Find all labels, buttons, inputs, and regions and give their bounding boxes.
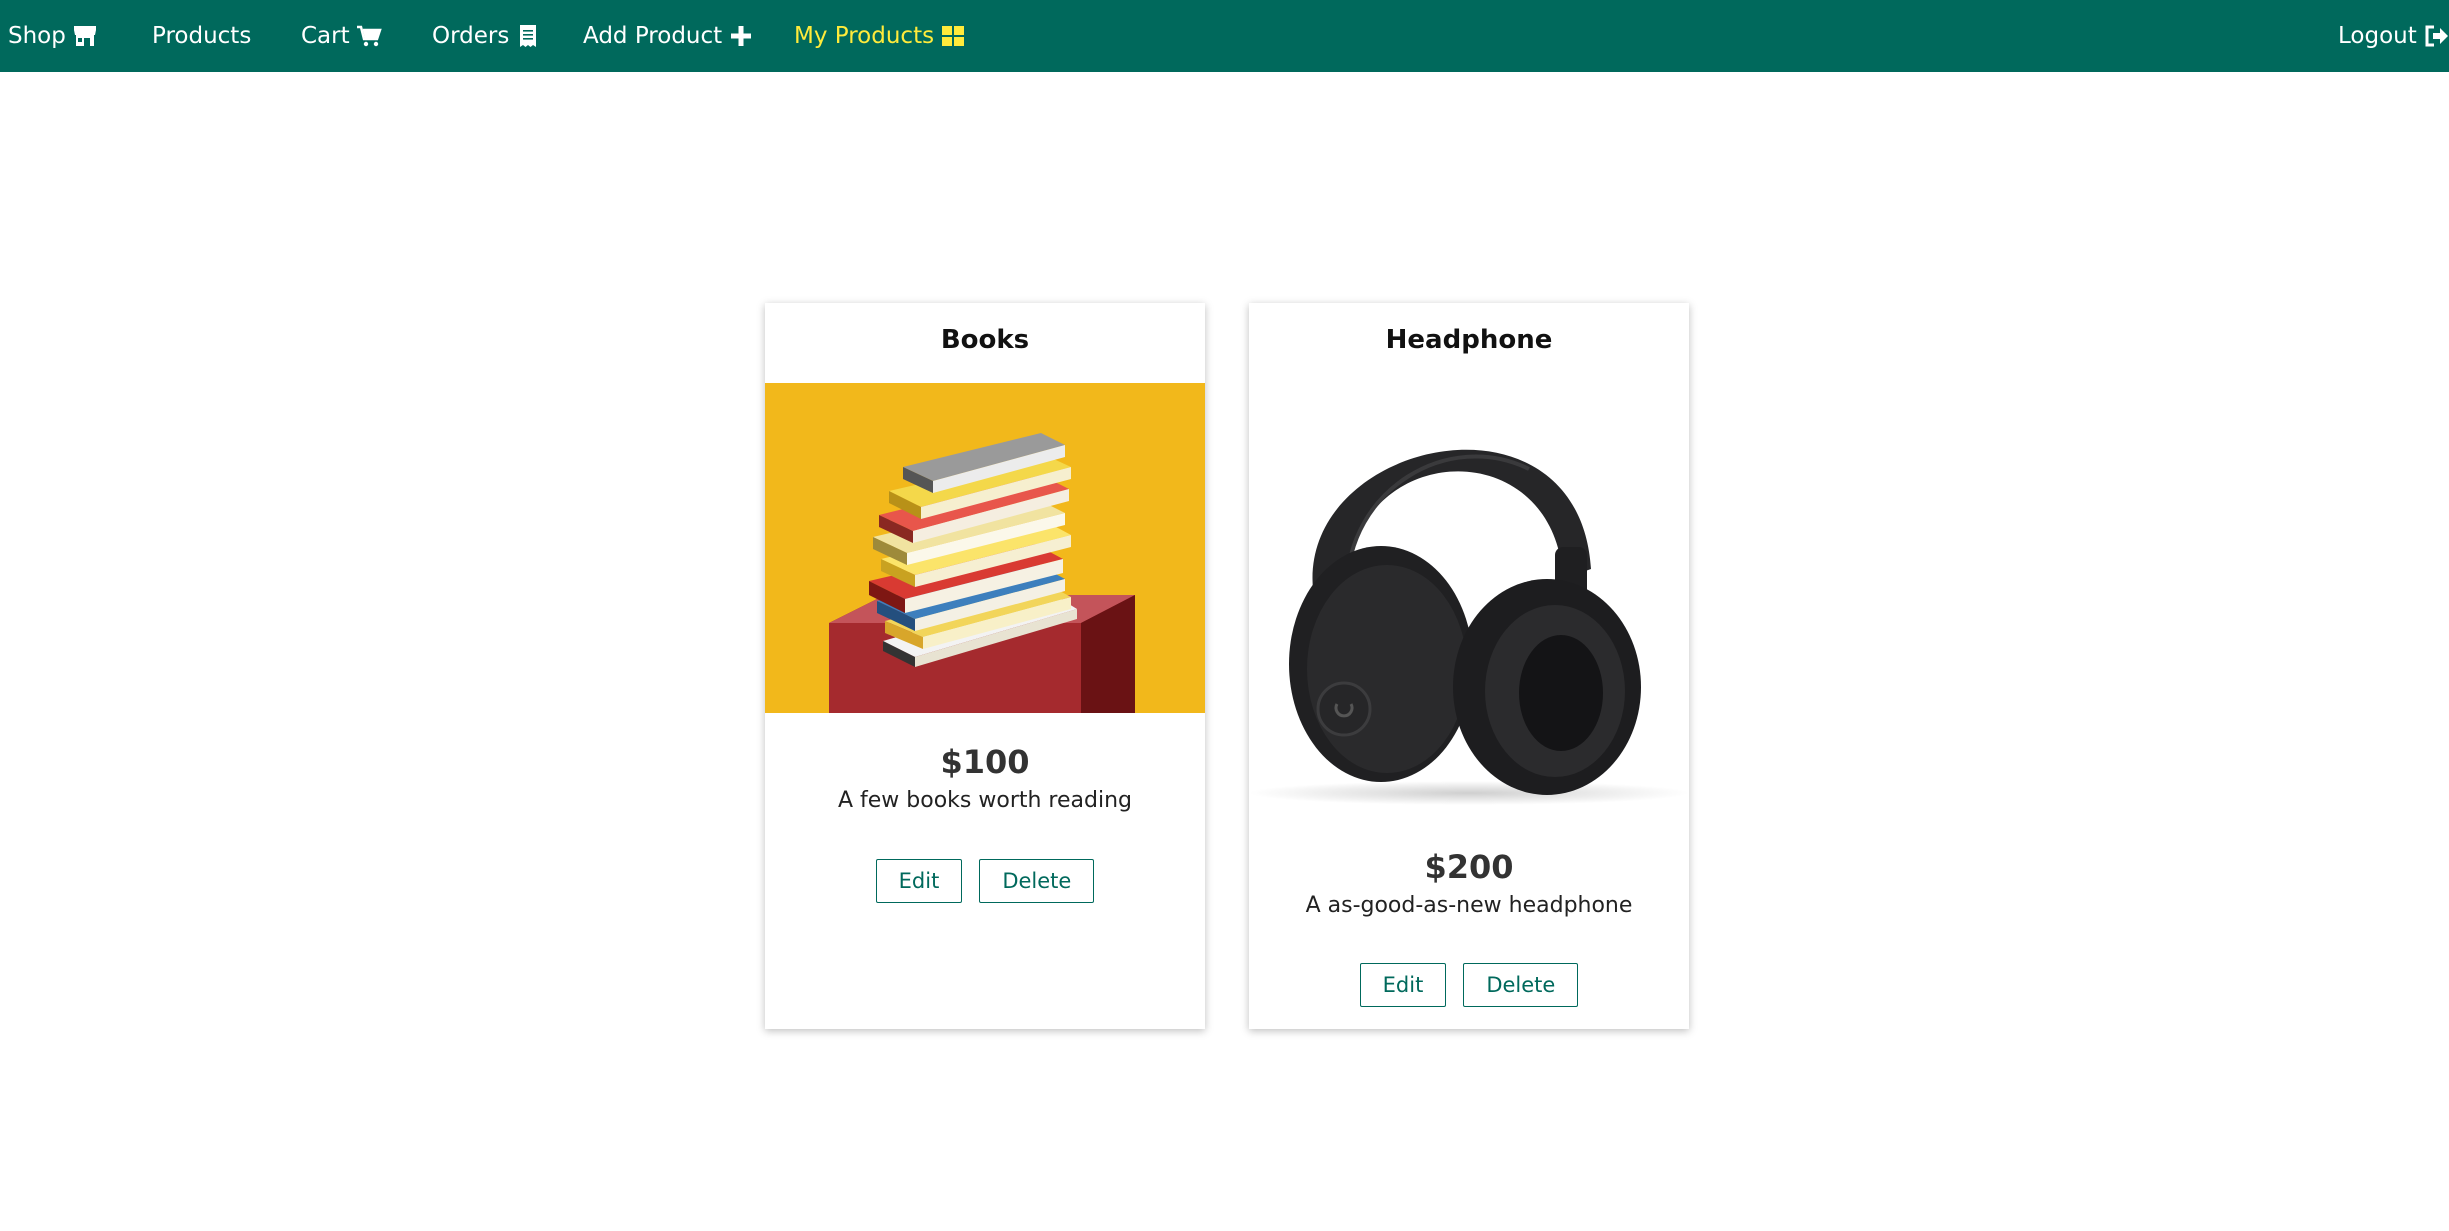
edit-button[interactable]: Edit	[1359, 963, 1447, 1007]
nav-products[interactable]: Products	[152, 0, 251, 72]
delete-button[interactable]: Delete	[1463, 963, 1579, 1007]
plus-icon	[728, 23, 754, 49]
books-stack-image	[765, 383, 1205, 713]
product-price: $200	[1424, 848, 1514, 886]
nav-shop-label: Shop	[8, 23, 66, 49]
product-description: A few books worth reading	[837, 788, 1132, 813]
nav-logout-label: Logout	[2338, 23, 2417, 49]
nav-my-products[interactable]: My Products	[794, 0, 966, 72]
top-navbar: Shop Products Cart Orders Add Product My…	[0, 0, 2449, 72]
nav-orders[interactable]: Orders	[432, 0, 541, 72]
product-title: Books	[940, 325, 1030, 355]
nav-add-product[interactable]: Add Product	[583, 0, 754, 72]
nav-my-products-label: My Products	[794, 23, 935, 49]
edit-button[interactable]: Edit	[875, 859, 963, 903]
store-icon	[72, 23, 98, 49]
cart-icon	[356, 23, 382, 49]
nav-shop[interactable]: Shop	[8, 0, 98, 72]
sign-out-icon	[2423, 23, 2449, 49]
delete-button[interactable]: Delete	[979, 859, 1095, 903]
product-title: Headphone	[1385, 325, 1553, 355]
nav-orders-label: Orders	[432, 23, 510, 49]
nav-logout[interactable]: Logout	[2338, 0, 2449, 72]
nav-cart-label: Cart	[301, 23, 350, 49]
product-price: $100	[940, 743, 1030, 781]
nav-cart[interactable]: Cart	[301, 0, 382, 72]
grid-icon	[940, 23, 966, 49]
headphone-image	[1249, 379, 1689, 817]
product-actions: Edit Delete	[1249, 963, 1689, 1007]
nav-add-product-label: Add Product	[583, 23, 723, 49]
product-card-books: Books $100 A few books worth reading Edi…	[765, 303, 1205, 1029]
receipt-icon	[515, 23, 541, 49]
product-actions: Edit Delete	[765, 859, 1205, 903]
product-description: A as-good-as-new headphone	[1305, 893, 1633, 918]
nav-products-label: Products	[152, 23, 252, 49]
product-card-headphone: Headphone $200 A as-good-as-new headphon…	[1249, 303, 1689, 1029]
